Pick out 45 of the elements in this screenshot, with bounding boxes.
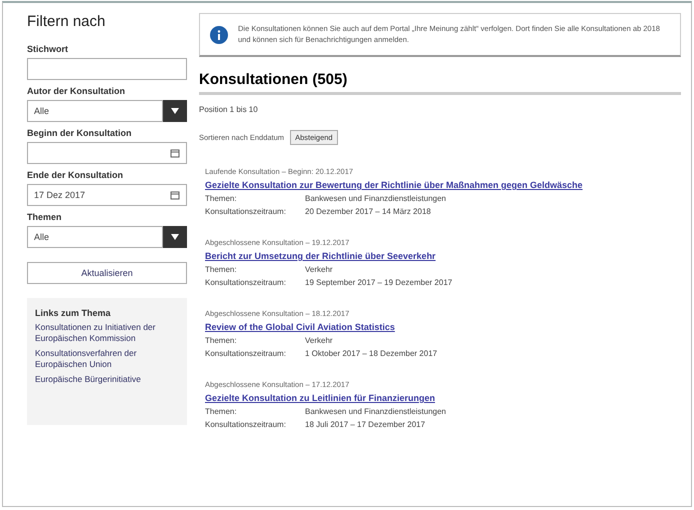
input-field[interactable] (27, 58, 187, 80)
filter-title: Filtern nach (27, 13, 106, 30)
field-value: Bankwesen und Finanzdienstleistungen (305, 407, 447, 416)
filter-label: Ende der Konsultation (27, 170, 124, 180)
info-icon (210, 26, 228, 44)
results-heading: Konsultationen (505) (199, 71, 681, 95)
results-range: Position 1 bis 10 (199, 105, 259, 114)
field-label: Konsultationszeitraum: (205, 349, 287, 358)
field-value: Bankwesen und Finanzdienstleistungen (305, 194, 447, 203)
field-label: Themen: (205, 336, 238, 345)
filter-label: Autor der Konsultation (27, 86, 126, 96)
field-value: 19 September 2017 – 19 Dezember 2017 (305, 278, 454, 287)
field-value: Verkehr (305, 265, 334, 274)
dropdown-button[interactable] (163, 100, 187, 122)
dropdown-button[interactable] (163, 226, 187, 248)
field-label: Themen: (205, 265, 238, 274)
field-value: 18 Juli 2017 – 17 Dezember 2017 (305, 420, 426, 429)
related-link[interactable]: Konsultationsverfahren der Europäischen Union (35, 348, 179, 370)
field-label: Konsultationszeitraum: (205, 420, 287, 429)
field-value: 1 Oktober 2017 – 18 Dezember 2017 (305, 349, 438, 358)
consultation-link[interactable]: Review of the Global Civil Aviation Statistics (205, 322, 675, 332)
filter-label: Stichwort (27, 44, 70, 54)
field-label: Themen: (205, 194, 238, 203)
date-field[interactable]: 17 Dez 2017 (27, 184, 187, 206)
related-link[interactable]: Europäische Bürgerinitiative (35, 374, 179, 386)
consultation-link[interactable]: Gezielte Konsultation zur Bewertung der Richtlinie über Maßnahmen gegen Geldwäsche (205, 180, 675, 190)
select-field[interactable]: Alle (27, 100, 163, 122)
calendar-icon (170, 148, 180, 158)
date-field[interactable] (27, 142, 187, 164)
field-label: Konsultationszeitraum: (205, 207, 287, 216)
calendar-icon (170, 190, 180, 200)
field-label: Konsultationszeitraum: (205, 278, 287, 287)
related-link[interactable]: Konsultationen zu Initiativen der Europäischen Kommission (35, 322, 179, 344)
consultation-link[interactable]: Gezielte Konsultation zu Leitlinien für Finanzierungen (205, 393, 675, 403)
field-value: Verkehr (305, 336, 334, 345)
apply-button[interactable]: Aktualisieren (27, 262, 187, 284)
consultation-link[interactable]: Bericht zur Umsetzung der Richtlinie über Seeverkehr (205, 251, 675, 261)
field-value: 20 Dezember 2017 – 14 März 2018 (305, 207, 432, 216)
field-label: Themen: (205, 407, 238, 416)
select-field[interactable]: Alle (27, 226, 163, 248)
filter-label: Themen (27, 212, 63, 222)
links-title: Links zum Thema (35, 308, 112, 318)
filter-label: Beginn der Konsultation (27, 128, 132, 138)
caret-icon (171, 234, 179, 240)
caret-icon (171, 108, 179, 114)
